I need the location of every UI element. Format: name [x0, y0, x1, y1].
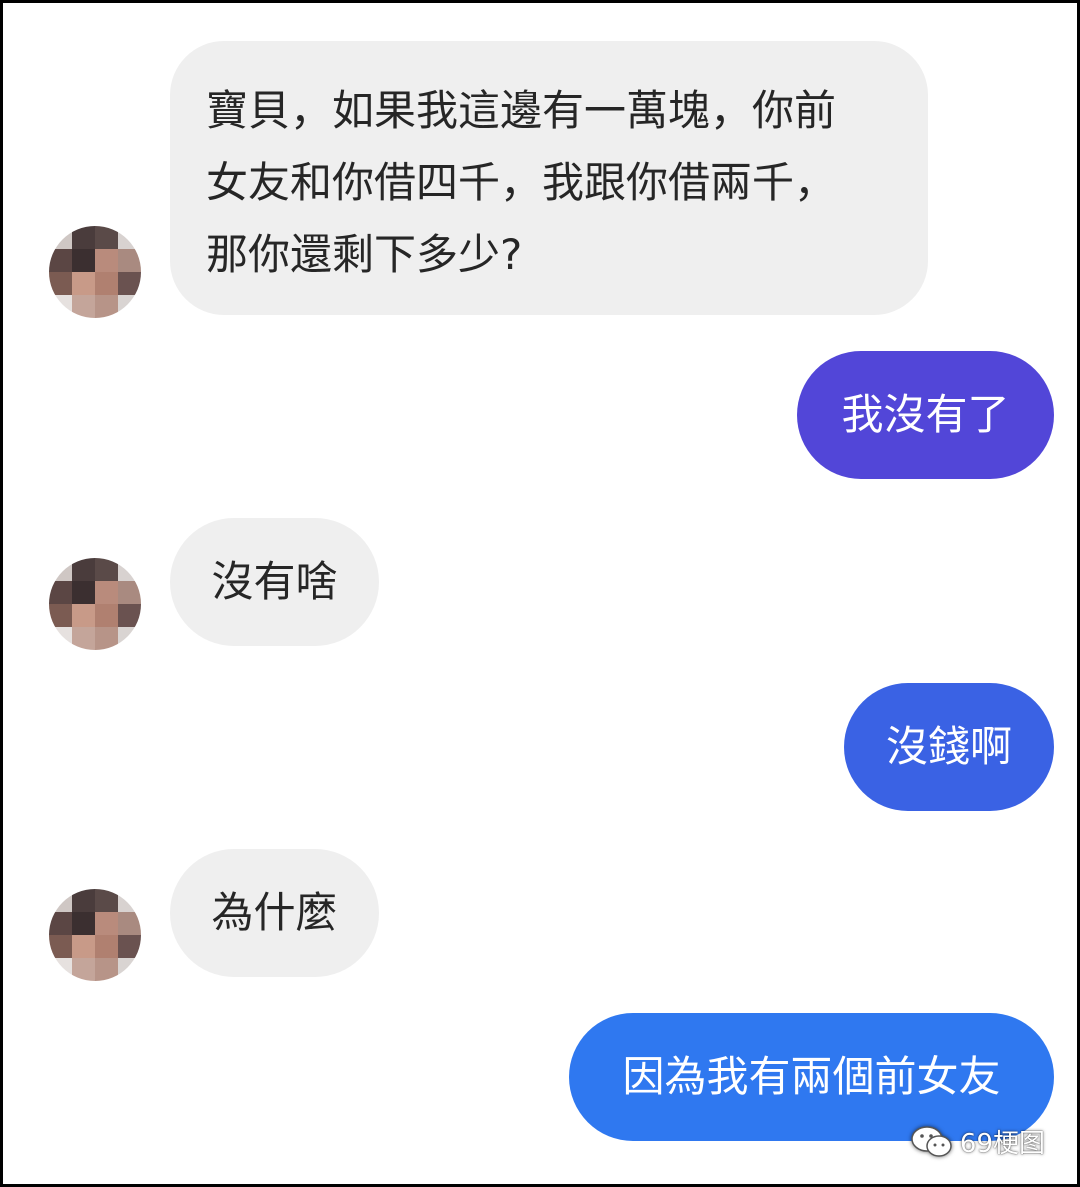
avatar-pixel [72, 558, 95, 581]
avatar-pixel [49, 249, 72, 272]
message-bubble[interactable]: 我沒有了 [797, 351, 1054, 479]
avatar-pixel [118, 295, 141, 318]
avatar[interactable] [49, 558, 141, 650]
avatar-pixel [118, 249, 141, 272]
message-bubble[interactable]: 為什麼 [170, 849, 379, 977]
avatar-pixel [95, 889, 118, 912]
avatar-pixel [49, 627, 72, 650]
watermark-text: 69梗图 [959, 1129, 1045, 1159]
avatar-pixel [95, 604, 118, 627]
avatar-pixel [72, 958, 95, 981]
avatar-pixel [118, 272, 141, 295]
wechat-icon [911, 1125, 952, 1157]
avatar-pixel [118, 958, 141, 981]
avatar-pixel [72, 249, 95, 272]
avatar-pixel [72, 912, 95, 935]
avatar-pixel [72, 604, 95, 627]
avatar-pixel [95, 226, 118, 249]
message-bubble[interactable]: 沒有啥 [170, 518, 379, 646]
avatar-pixel [49, 912, 72, 935]
avatar-pixel [118, 912, 141, 935]
avatar-pixel [49, 558, 72, 581]
avatar-pixel [72, 226, 95, 249]
avatar-pixel [49, 295, 72, 318]
chat-screenshot: 寶貝，如果我這邊有一萬塊，你前 女友和你借四千，我跟你借兩千， 那你還剩下多少?… [3, 3, 1077, 1184]
avatar-pixel [49, 935, 72, 958]
avatar-pixel [95, 935, 118, 958]
avatar-pixel [118, 558, 141, 581]
avatar-pixel [49, 272, 72, 295]
avatar-pixel [118, 604, 141, 627]
avatar-pixel [118, 627, 141, 650]
message-bubble[interactable]: 寶貝，如果我這邊有一萬塊，你前 女友和你借四千，我跟你借兩千， 那你還剩下多少? [170, 41, 928, 315]
avatar-pixel [72, 889, 95, 912]
avatar-pixel [118, 889, 141, 912]
avatar[interactable] [49, 889, 141, 981]
avatar-pixel [95, 295, 118, 318]
avatar-pixel [95, 249, 118, 272]
avatar-pixel [49, 226, 72, 249]
avatar-pixel [95, 912, 118, 935]
avatar-pixel [118, 226, 141, 249]
avatar-pixel [72, 935, 95, 958]
avatar-pixel [118, 935, 141, 958]
avatar-pixel [95, 627, 118, 650]
message-bubble[interactable]: 沒錢啊 [844, 683, 1054, 811]
avatar-pixel [95, 581, 118, 604]
avatar-pixel [72, 295, 95, 318]
avatar-pixel [95, 558, 118, 581]
message-bubble[interactable]: 因為我有兩個前女友 [569, 1013, 1054, 1141]
avatar-pixel [72, 627, 95, 650]
watermark: 69梗图 [910, 1123, 1045, 1160]
avatar-pixel [95, 272, 118, 295]
avatar[interactable] [49, 226, 141, 318]
avatar-pixel [95, 958, 118, 981]
avatar-pixel [72, 272, 95, 295]
avatar-pixel [49, 581, 72, 604]
avatar-pixel [49, 889, 72, 912]
avatar-pixel [49, 958, 72, 981]
avatar-pixel [118, 581, 141, 604]
avatar-pixel [72, 581, 95, 604]
avatar-pixel [49, 604, 72, 627]
